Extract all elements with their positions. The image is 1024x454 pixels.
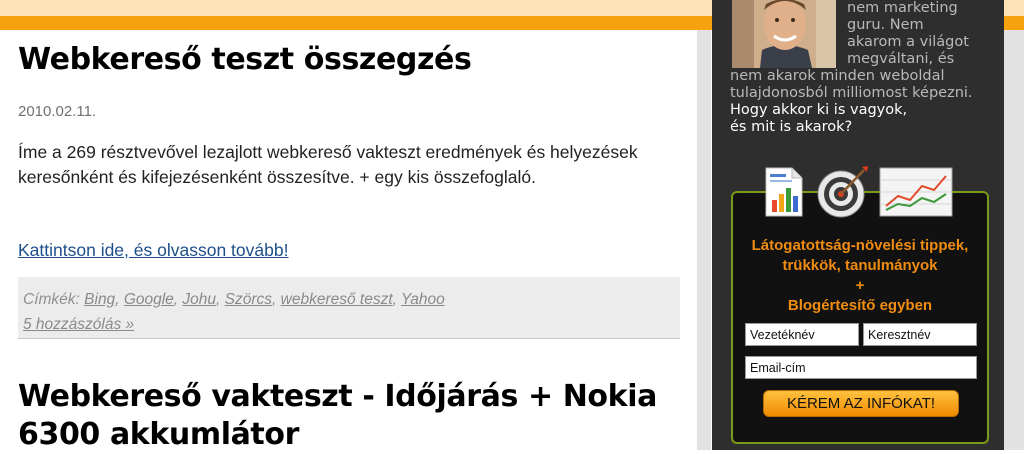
tag-link-google[interactable]: Google <box>124 291 174 308</box>
post-title-2[interactable]: Webkereső vakteszt - Időjárás + Nokia 63… <box>18 378 688 454</box>
tags-line: Címkék: Bing, Google, Johu, Szörcs, webk… <box>23 291 445 308</box>
post-meta-box: Címkék: Bing, Google, Johu, Szörcs, webk… <box>18 277 680 339</box>
submit-info-button[interactable]: KÉREM AZ INFÓKAT! <box>763 390 959 417</box>
tag-link-johu[interactable]: Johu <box>182 291 216 308</box>
post-date: 2010.02.11. <box>18 103 97 120</box>
newsletter-promo-text: Látogatottság-növelési tippek, trükkök, … <box>733 236 987 316</box>
lastname-field[interactable]: Vezetéknév <box>745 323 859 346</box>
author-intro-line: akarom a világot <box>847 34 969 50</box>
author-intro-line: nem akarok minden weboldal <box>730 68 945 84</box>
author-intro: nem marketing guru. Nem akarom a világot… <box>730 0 1000 136</box>
comments-link[interactable]: 5 hozzászólás » <box>23 316 134 333</box>
tags-label: Címkék: <box>23 291 80 308</box>
post-excerpt: Íme a 269 résztvevővel lezajlott webkere… <box>18 142 638 187</box>
author-intro-line: tulajdonosból milliomost képezni. <box>730 85 973 101</box>
content-gutter <box>697 30 711 450</box>
post-title[interactable]: Webkereső teszt összegzés <box>18 42 472 77</box>
promo-line: Látogatottság-növelési tippek, <box>751 237 969 254</box>
document-chart-icon <box>762 166 806 222</box>
promo-icons-row <box>762 160 982 222</box>
target-icon <box>816 164 870 224</box>
line-chart-icon <box>878 166 954 222</box>
author-intro-line: megváltani, és <box>847 51 955 67</box>
author-intro-line: guru. Nem <box>847 17 924 33</box>
header-accent-bar <box>0 16 712 30</box>
email-field[interactable]: Email-cím <box>745 356 977 379</box>
header-accent-bar-right <box>1004 16 1024 30</box>
author-question-line: és mit is akarok? <box>730 119 853 135</box>
read-more-link[interactable]: Kattintson ide, és olvasson tovább! <box>18 240 288 261</box>
sidebar: nem marketing guru. Nem akarom a világot… <box>712 0 1004 450</box>
tag-link-yahoo[interactable]: Yahoo <box>401 291 445 308</box>
page-gutter-right <box>1004 30 1024 450</box>
tag-link-webkereso-teszt[interactable]: webkereső teszt <box>281 291 393 308</box>
promo-line: trükkök, tanulmányok <box>782 257 938 274</box>
author-intro-line: nem marketing <box>847 0 958 16</box>
tag-link-bing[interactable]: Bing <box>84 291 115 308</box>
author-question-line: Hogy akkor ki is vagyok, <box>730 102 908 118</box>
tag-link-szorcs[interactable]: Szörcs <box>225 291 272 308</box>
newsletter-signup-box: Látogatottság-növelési tippek, trükkök, … <box>731 191 989 444</box>
promo-line: Blogértesítő egyben <box>787 297 933 314</box>
promo-plus: + <box>855 277 865 294</box>
firstname-field[interactable]: Keresztnév <box>863 323 977 346</box>
